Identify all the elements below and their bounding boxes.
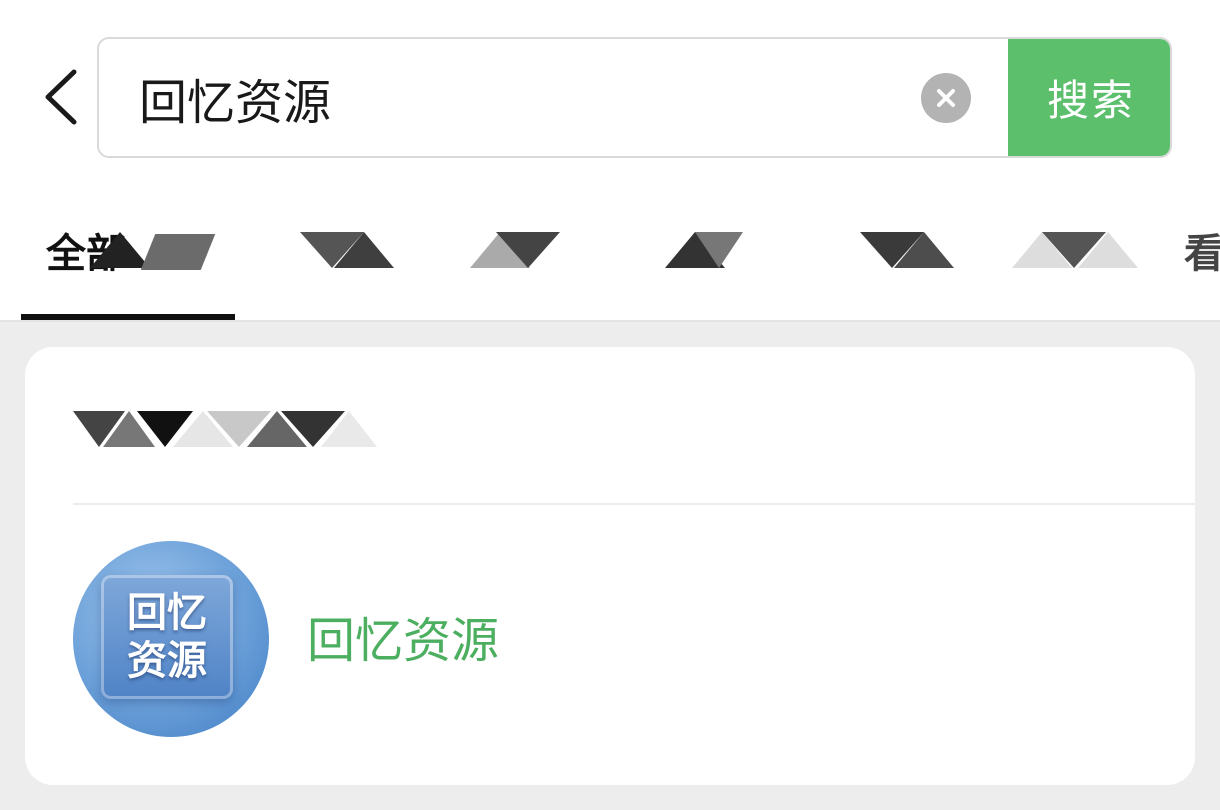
tab-redacted-4[interactable] [860,200,954,300]
search-button[interactable]: 搜索 [1008,39,1170,156]
avatar-logo: 回忆 资源 [101,575,233,699]
search-bar: 搜索 [97,37,1172,158]
avatar: 回忆 资源 [73,541,269,737]
avatar-text-line1: 回忆 [127,590,207,636]
search-page: 搜索 全部 [0,0,1220,810]
account-result-row[interactable]: 回忆 资源 回忆资源 [73,541,1153,737]
back-button[interactable] [36,62,84,132]
search-input[interactable] [139,39,899,156]
redacted-tab-mask [140,234,216,274]
clear-button[interactable] [921,73,971,123]
results-card: 回忆 资源 回忆资源 [25,347,1195,785]
tab-redacted-5[interactable] [1012,200,1138,300]
tab-label: 看 [1184,231,1220,277]
tab-redacted-2[interactable] [470,200,560,300]
avatar-text-line2: 资源 [127,638,207,684]
tab-partial[interactable]: 看 [1184,200,1220,300]
tab-redacted-3[interactable] [665,200,743,300]
chevron-left-icon [45,69,77,125]
header-area: 搜索 全部 [0,0,1220,322]
section-header-redacted [73,399,377,459]
result-name[interactable]: 回忆资源 [307,601,499,671]
tab-redacted-1[interactable] [300,200,394,300]
filter-tabs: 全部 看 [0,200,1220,320]
card-divider [73,503,1195,505]
tabs-divider [0,320,1220,322]
close-circle-icon [937,89,955,107]
